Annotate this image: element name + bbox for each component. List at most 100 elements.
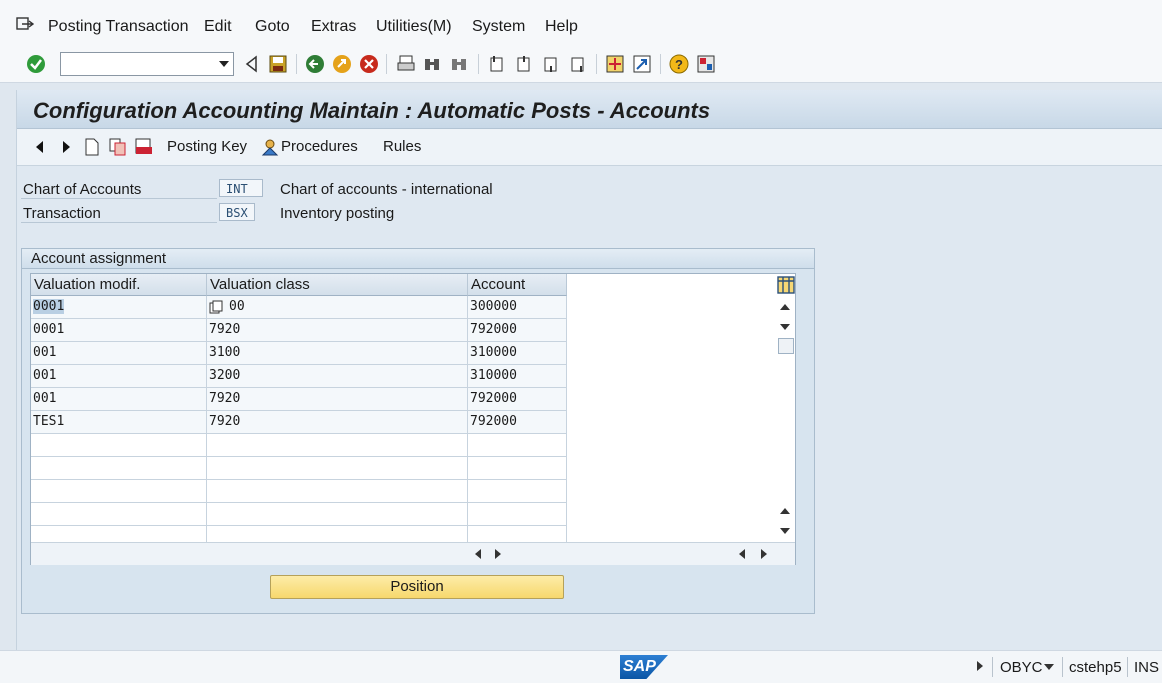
- horizontal-scrollbar[interactable]: [31, 542, 795, 565]
- back-triangle-icon[interactable]: [242, 54, 262, 74]
- cell-empty[interactable]: [31, 503, 207, 525]
- menu-goto[interactable]: Goto: [255, 18, 290, 36]
- cell-empty[interactable]: [207, 434, 468, 456]
- cell-valuation-class[interactable]: 3200: [207, 365, 468, 387]
- vertical-scrollbar[interactable]: [775, 296, 795, 540]
- table-row[interactable]: 001 7920 792000: [31, 388, 567, 411]
- command-field[interactable]: [60, 52, 234, 76]
- scroll-thumb[interactable]: [778, 338, 794, 354]
- cell-empty[interactable]: [31, 526, 207, 542]
- last-page-icon[interactable]: [568, 54, 588, 74]
- cell-empty[interactable]: [31, 480, 207, 502]
- scroll-right-icon[interactable]: [495, 549, 501, 559]
- table-row[interactable]: TES1 7920 792000: [31, 411, 567, 434]
- cell-valuation-class[interactable]: 7920: [207, 319, 468, 341]
- menu-exit-icon[interactable]: [16, 17, 34, 31]
- menu-system[interactable]: System: [472, 18, 525, 36]
- table-row[interactable]: 0001 7920 792000: [31, 319, 567, 342]
- procedures-button[interactable]: Procedures: [281, 138, 358, 155]
- cell-valuation-modif[interactable]: 0001: [31, 296, 207, 318]
- menu-utilities[interactable]: Utilities(M): [376, 18, 452, 36]
- command-dropdown-icon[interactable]: [219, 61, 229, 67]
- table-row[interactable]: 001 3200 310000: [31, 365, 567, 388]
- cell-valuation-modif[interactable]: 001: [31, 388, 207, 410]
- table-row-empty[interactable]: [31, 480, 567, 503]
- cell-empty[interactable]: [207, 503, 468, 525]
- scroll-page-up-icon[interactable]: [780, 508, 790, 514]
- scroll-page-down-icon[interactable]: [780, 528, 790, 534]
- create-session-icon[interactable]: [605, 54, 625, 74]
- cell-valuation-class[interactable]: 7920: [207, 411, 468, 433]
- account-assignment-title: Account assignment: [22, 249, 814, 269]
- cell-valuation-class[interactable]: 7920: [207, 388, 468, 410]
- scroll-down-icon[interactable]: [780, 324, 790, 330]
- previous-entry-icon[interactable]: [31, 138, 49, 156]
- scroll-left-2-icon[interactable]: [739, 549, 745, 559]
- cell-empty[interactable]: [31, 434, 207, 456]
- column-account[interactable]: Account: [468, 274, 567, 296]
- table-settings-icon[interactable]: [777, 276, 795, 294]
- cell-valuation-modif[interactable]: 001: [31, 365, 207, 387]
- table-row-empty[interactable]: [31, 503, 567, 526]
- cell-valuation-modif[interactable]: TES1: [31, 411, 207, 433]
- status-dropdown-icon[interactable]: [1044, 664, 1054, 670]
- posting-key-button[interactable]: Posting Key: [167, 138, 247, 155]
- new-entry-icon[interactable]: [83, 138, 101, 156]
- table-row[interactable]: 0001 00 300000: [31, 296, 567, 319]
- cell-empty[interactable]: [207, 457, 468, 479]
- cell-account[interactable]: 792000: [468, 319, 567, 341]
- cell-account[interactable]: 792000: [468, 388, 567, 410]
- cell-valuation-modif[interactable]: 0001: [31, 319, 207, 341]
- status-expand-icon[interactable]: [977, 661, 983, 671]
- cell-valuation-modif[interactable]: 001: [31, 342, 207, 364]
- customize-layout-icon[interactable]: [696, 54, 716, 74]
- back-icon[interactable]: [305, 54, 325, 74]
- table-row[interactable]: 001 3100 310000: [31, 342, 567, 365]
- cell-empty[interactable]: [468, 457, 567, 479]
- menu-help[interactable]: Help: [545, 18, 578, 36]
- cell-empty[interactable]: [207, 480, 468, 502]
- save-icon[interactable]: [268, 54, 288, 74]
- cell-empty[interactable]: [468, 480, 567, 502]
- cell-empty[interactable]: [31, 457, 207, 479]
- position-button[interactable]: Position: [270, 575, 564, 599]
- cell-empty[interactable]: [468, 434, 567, 456]
- cancel-icon[interactable]: [359, 54, 379, 74]
- copy-icon[interactable]: [109, 138, 127, 156]
- next-entry-icon[interactable]: [57, 138, 75, 156]
- exit-icon[interactable]: [332, 54, 352, 74]
- cell-account[interactable]: 300000: [468, 296, 567, 318]
- table-row-empty[interactable]: [31, 457, 567, 480]
- menu-edit[interactable]: Edit: [204, 18, 232, 36]
- menu-extras[interactable]: Extras: [311, 18, 356, 36]
- delete-icon[interactable]: [135, 138, 153, 156]
- previous-page-icon[interactable]: [514, 54, 534, 74]
- scroll-left-icon[interactable]: [475, 549, 481, 559]
- cell-empty[interactable]: [468, 503, 567, 525]
- help-icon[interactable]: ?: [669, 54, 689, 74]
- rules-button[interactable]: Rules: [383, 138, 421, 155]
- find-next-icon[interactable]: [449, 54, 469, 74]
- shortcut-icon[interactable]: [632, 54, 652, 74]
- scroll-right-2-icon[interactable]: [761, 549, 767, 559]
- find-icon[interactable]: [422, 54, 442, 74]
- cell-empty[interactable]: [468, 526, 567, 542]
- scroll-up-icon[interactable]: [780, 304, 790, 310]
- transaction-label: Transaction: [23, 205, 101, 222]
- cell-empty[interactable]: [207, 526, 468, 542]
- cell-valuation-class[interactable]: 3100: [207, 342, 468, 364]
- value-help-icon[interactable]: [209, 300, 223, 314]
- cell-account[interactable]: 792000: [468, 411, 567, 433]
- cell-valuation-class[interactable]: 00: [207, 296, 468, 318]
- next-page-icon[interactable]: [541, 54, 561, 74]
- first-page-icon[interactable]: [487, 54, 507, 74]
- column-valuation-modif[interactable]: Valuation modif.: [31, 274, 207, 296]
- table-row-empty[interactable]: [31, 434, 567, 457]
- table-row-empty[interactable]: [31, 526, 567, 543]
- cell-account[interactable]: 310000: [468, 342, 567, 364]
- column-valuation-class[interactable]: Valuation class: [207, 274, 468, 296]
- cell-account[interactable]: 310000: [468, 365, 567, 387]
- enter-check-icon[interactable]: [26, 54, 46, 74]
- print-icon[interactable]: [396, 54, 416, 74]
- menu-posting-transaction[interactable]: Posting Transaction: [48, 18, 189, 36]
